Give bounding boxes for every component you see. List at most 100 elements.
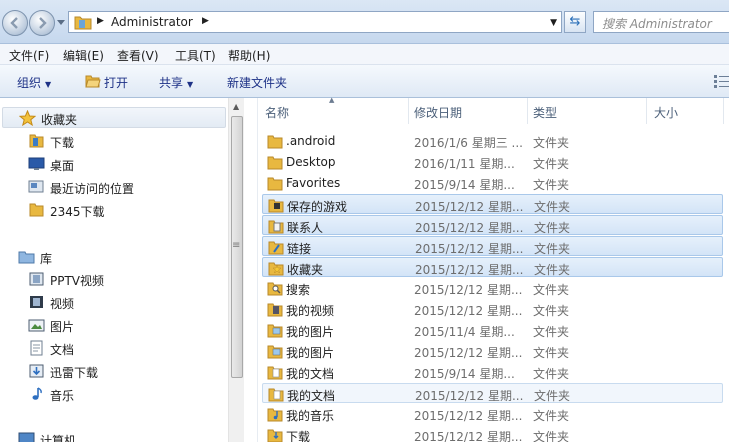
file-name: 我的图片 bbox=[286, 346, 335, 360]
nav-item-thunder-downloads[interactable]: 迅雷下载 bbox=[28, 361, 228, 382]
nav-item-documents[interactable]: 文档 bbox=[28, 338, 228, 359]
breadcrumb-separator-icon[interactable]: ▶ bbox=[202, 16, 209, 26]
video-library-icon bbox=[30, 296, 43, 308]
file-type: 文件夹 bbox=[533, 325, 570, 339]
file-date: 2015/12/12 星期... bbox=[414, 430, 523, 442]
pane-splitter[interactable]: ≡ bbox=[232, 98, 258, 442]
menu-tools[interactable]: 工具(T) bbox=[175, 47, 216, 64]
nav-item-label: 文档 bbox=[50, 343, 75, 357]
nav-item-pictures[interactable]: 图片 bbox=[28, 315, 228, 336]
file-row[interactable]: 我的文档 2015/9/14 星期... 文件夹 bbox=[262, 362, 723, 382]
file-date: 2015/9/14 星期... bbox=[414, 367, 515, 381]
file-row[interactable]: 联系人 2015/12/12 星期... 文件夹 bbox=[262, 215, 723, 235]
nav-item-recent[interactable]: 最近访问的位置 bbox=[28, 177, 228, 198]
menu-file[interactable]: 文件(F) bbox=[9, 47, 49, 64]
computer-icon bbox=[18, 432, 35, 442]
nav-item-label: 下载 bbox=[50, 136, 75, 150]
file-row[interactable]: .android 2016/1/6 星期三 ... 文件夹 bbox=[262, 131, 723, 151]
column-header-size[interactable]: 大小 bbox=[647, 98, 723, 124]
address-bar: ▶ Administrator ▶ ▼ ⇆ 搜索 Administrator bbox=[0, 0, 729, 44]
file-row[interactable]: 搜索 2015/12/12 星期... 文件夹 bbox=[262, 278, 723, 298]
share-button[interactable]: 共享 ▼ bbox=[159, 74, 193, 91]
column-header-type[interactable]: 类型 bbox=[528, 98, 646, 124]
file-row[interactable]: 我的图片 2015/11/4 星期... 文件夹 bbox=[262, 320, 723, 340]
breadcrumb-administrator[interactable]: Administrator bbox=[111, 15, 193, 29]
file-date: 2015/12/12 星期... bbox=[415, 242, 524, 256]
organize-label: 组织 bbox=[17, 76, 42, 90]
nav-libraries-header[interactable]: 库 bbox=[18, 247, 228, 268]
open-button[interactable]: 打开 bbox=[104, 74, 128, 91]
nav-item-downloads[interactable]: 下载 bbox=[28, 131, 228, 152]
file-date: 2015/12/12 星期... bbox=[414, 346, 523, 360]
file-row[interactable]: 保存的游戏 2015/12/12 星期... 文件夹 bbox=[262, 194, 723, 214]
file-row[interactable]: 我的图片 2015/12/12 星期... 文件夹 bbox=[262, 341, 723, 361]
file-row[interactable]: 我的音乐 2015/12/12 星期... 文件夹 bbox=[262, 404, 723, 424]
nav-libraries-label: 库 bbox=[40, 252, 53, 266]
file-type: 文件夹 bbox=[533, 409, 570, 423]
file-type: 文件夹 bbox=[534, 263, 571, 277]
change-view-icon[interactable] bbox=[714, 74, 729, 88]
breadcrumb-separator-icon[interactable]: ▶ bbox=[97, 16, 104, 26]
nav-item-label: 迅雷下载 bbox=[50, 366, 99, 380]
documents-folder-icon bbox=[267, 366, 283, 380]
nav-item-2345-downloads[interactable]: 2345下载 bbox=[28, 200, 228, 221]
nav-item-label: PPTV视频 bbox=[50, 274, 105, 288]
file-type: 文件夹 bbox=[533, 367, 570, 381]
back-button[interactable] bbox=[2, 10, 28, 36]
nav-computer-label: 计算机 bbox=[40, 434, 77, 442]
file-row[interactable]: Desktop 2016/1/11 星期... 文件夹 bbox=[262, 152, 723, 172]
share-label: 共享 bbox=[159, 76, 184, 90]
recent-pages-dropdown-icon[interactable] bbox=[57, 18, 65, 26]
nav-item-music[interactable]: 音乐 bbox=[28, 384, 228, 405]
file-name: 我的视频 bbox=[286, 304, 335, 318]
file-row[interactable]: Favorites 2015/9/14 星期... 文件夹 bbox=[262, 173, 723, 193]
file-name: Favorites bbox=[286, 176, 341, 190]
menu-view[interactable]: 查看(V) bbox=[117, 47, 159, 64]
column-divider[interactable] bbox=[723, 98, 724, 124]
chevron-down-icon: ▼ bbox=[45, 80, 52, 89]
file-name: 我的音乐 bbox=[286, 409, 335, 423]
music-folder-icon bbox=[267, 408, 283, 422]
address-path-box[interactable]: ▶ Administrator ▶ ▼ bbox=[68, 11, 562, 33]
navigation-pane: 收藏夹 下载 桌面 最近访问的位置 2345下载 库 PPTV视频 视频 图片 … bbox=[0, 98, 244, 442]
nav-item-desktop[interactable]: 桌面 bbox=[28, 154, 228, 175]
file-row[interactable]: 链接 2015/12/12 星期... 文件夹 bbox=[262, 236, 723, 256]
menu-help[interactable]: 帮助(H) bbox=[228, 47, 270, 64]
nav-item-videos[interactable]: 视频 bbox=[28, 292, 228, 313]
folder-icon bbox=[74, 16, 92, 30]
file-name: 联系人 bbox=[287, 221, 324, 235]
search-input[interactable]: 搜索 Administrator bbox=[593, 11, 729, 33]
organize-button[interactable]: 组织 ▼ bbox=[17, 74, 51, 91]
file-date: 2015/12/12 星期... bbox=[415, 263, 524, 277]
column-header-date[interactable]: 修改日期 bbox=[409, 98, 527, 124]
file-date: 2016/1/11 星期... bbox=[414, 157, 515, 171]
file-name: .android bbox=[286, 134, 336, 148]
nav-scrollbar[interactable]: ▲ bbox=[228, 98, 244, 442]
menu-edit[interactable]: 编辑(E) bbox=[63, 47, 104, 64]
file-date: 2015/12/12 星期... bbox=[415, 221, 524, 235]
column-header-name[interactable]: 名称 bbox=[262, 98, 408, 124]
forward-button[interactable] bbox=[29, 10, 55, 36]
file-type: 文件夹 bbox=[533, 178, 570, 192]
contacts-folder-icon bbox=[268, 220, 284, 234]
file-row[interactable]: 收藏夹 2015/12/12 星期... 文件夹 bbox=[262, 257, 723, 277]
splitter-grip-icon: ≡ bbox=[232, 240, 241, 251]
file-row[interactable]: 我的文档 2015/12/12 星期... 文件夹 bbox=[262, 383, 723, 403]
file-name: 保存的游戏 bbox=[287, 200, 348, 214]
refresh-button[interactable]: ⇆ bbox=[564, 11, 586, 33]
file-type: 文件夹 bbox=[534, 200, 571, 214]
nav-item-pptv-video[interactable]: PPTV视频 bbox=[28, 269, 228, 290]
file-name: 我的图片 bbox=[286, 325, 335, 339]
file-row[interactable]: 我的视频 2015/12/12 星期... 文件夹 bbox=[262, 299, 723, 319]
refresh-icon: ⇆ bbox=[569, 14, 581, 29]
new-folder-button[interactable]: 新建文件夹 bbox=[227, 74, 287, 91]
nav-favorites-header[interactable]: 收藏夹 bbox=[2, 107, 226, 128]
scroll-up-arrow-icon[interactable]: ▲ bbox=[233, 102, 239, 111]
file-type: 文件夹 bbox=[533, 346, 570, 360]
file-row[interactable]: 下载 2015/12/12 星期... 文件夹 bbox=[262, 425, 723, 442]
file-date: 2015/9/14 星期... bbox=[414, 178, 515, 192]
open-folder-icon bbox=[85, 75, 101, 88]
address-dropdown-icon[interactable]: ▼ bbox=[550, 18, 557, 28]
recent-places-icon bbox=[28, 180, 44, 193]
nav-computer-header[interactable]: 计算机 bbox=[18, 429, 228, 442]
